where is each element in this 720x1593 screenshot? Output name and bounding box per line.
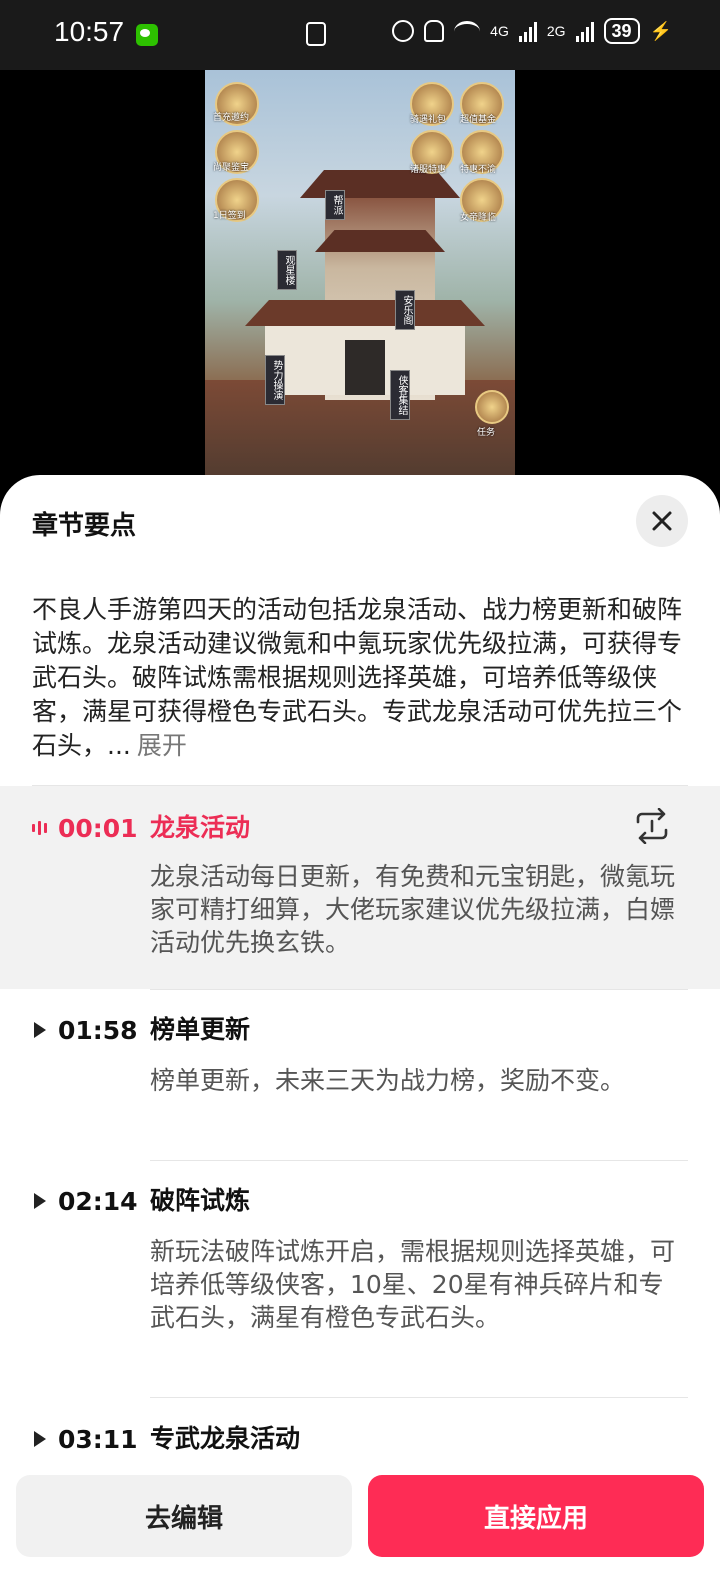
close-button[interactable]: [636, 495, 688, 547]
chapter-time[interactable]: 00:01: [58, 814, 148, 843]
anle-banner: 安乐阁: [395, 290, 415, 330]
loop-button[interactable]: [632, 807, 672, 845]
game-label: 超值基金: [460, 115, 497, 125]
nfc-icon: [306, 22, 326, 46]
chapter-sheet: 章节要点 不良人手游第四天的活动包括龙泉活动、战力榜更新和破阵试炼。龙泉活动建议…: [0, 475, 720, 1593]
mute-icon: [424, 20, 445, 42]
chapter-time[interactable]: 01:58: [58, 1016, 148, 1045]
edit-button[interactable]: 去编辑: [16, 1475, 352, 1557]
loop-icon: [636, 807, 668, 845]
playing-wave-icon: [32, 819, 54, 837]
signal-icon-2: [575, 20, 594, 42]
chapter-time[interactable]: 02:14: [58, 1187, 148, 1216]
chapter-title: 专武龙泉活动: [150, 1424, 301, 1453]
game-label: 首充邀约: [213, 113, 250, 123]
game-screenshot: 首充邀约 骑遇礼包 超值基金 尚聚鉴宝 诸服特惠 特惠不渝 1日签到 女帝降临 …: [205, 70, 515, 490]
guild-banner: 帮派: [325, 190, 345, 220]
apply-button[interactable]: 直接应用: [368, 1475, 704, 1557]
play-icon: [32, 1022, 54, 1038]
sheet-title: 章节要点: [32, 511, 137, 541]
summary-text: 不良人手游第四天的活动包括龙泉活动、战力榜更新和破阵试炼。龙泉活动建议微氪和中氪…: [32, 593, 682, 763]
chapter-description: 新玩法破阵试炼开启，需根据规则选择英雄，可培养低等级侠客，10星、20星有神兵碎…: [150, 1237, 676, 1332]
charging-icon: ⚡: [649, 20, 672, 41]
chapter-item-active[interactable]: 00:01 龙泉活动 龙泉活动每日更新，有免费和元宝钥匙，微氪玩家可精打细算，大…: [0, 786, 720, 989]
chapter-header: 01:58: [32, 1010, 148, 1050]
chapter-header: 00:01: [32, 808, 148, 848]
chapter-title: 龙泉活动: [150, 813, 251, 842]
task-icon: [475, 390, 509, 424]
video-preview[interactable]: 首充邀约 骑遇礼包 超值基金 尚聚鉴宝 诸服特惠 特惠不渝 1日签到 女帝降临 …: [0, 70, 720, 490]
faction-banner: 势力操演: [265, 355, 285, 405]
game-label: 女帝降临: [460, 213, 497, 223]
game-label: 诸服特惠: [410, 165, 447, 175]
game-label: 1日签到: [213, 211, 246, 221]
chapter-description: 龙泉活动每日更新，有免费和元宝钥匙，微氪玩家可精打细算，大佬玩家建议优先级拉满，…: [150, 862, 676, 957]
action-bar: 去编辑 直接应用: [0, 1475, 720, 1593]
observatory-banner: 观星楼: [277, 250, 297, 290]
chapter-header: 02:14: [32, 1181, 148, 1221]
game-label: 骑遇礼包: [410, 115, 447, 125]
network-4g-label: 4G: [490, 23, 509, 39]
game-label: 尚聚鉴宝: [213, 163, 250, 173]
hero-banner: 侠客集结: [390, 370, 410, 420]
wechat-icon: [136, 24, 158, 46]
network-2g-label: 2G: [546, 23, 566, 39]
status-bar: 10:57 4G 2G 39 ⚡: [0, 0, 720, 70]
chapter-header: 03:11: [32, 1419, 148, 1459]
chapter-title: 榜单更新: [150, 1015, 251, 1044]
game-roof: [245, 300, 485, 326]
game-label: 特惠不渝: [460, 165, 497, 175]
status-time: 10:57: [54, 16, 125, 47]
summary-body: 不良人手游第四天的活动包括龙泉活动、战力榜更新和破阵试炼。龙泉活动建议微氪和中氪…: [32, 595, 683, 760]
battery-level: 39: [603, 18, 640, 44]
game-roof: [315, 230, 445, 252]
expand-link[interactable]: 展开: [137, 731, 187, 760]
play-icon: [32, 1431, 54, 1447]
chapter-item[interactable]: 01:58 榜单更新 榜单更新，未来三天为战力榜，奖励不变。: [0, 990, 720, 1160]
play-icon: [32, 1193, 54, 1209]
status-icons: 4G 2G 39 ⚡: [392, 18, 672, 44]
chapter-title: 破阵试炼: [150, 1186, 251, 1215]
alarm-icon: [392, 20, 415, 42]
game-door: [345, 340, 385, 395]
wifi-icon: [454, 20, 481, 42]
chapter-item[interactable]: 02:14 破阵试炼 新玩法破阵试炼开启，需根据规则选择英雄，可培养低等级侠客，…: [0, 1161, 720, 1397]
chapter-description: 榜单更新，未来三天为战力榜，奖励不变。: [150, 1066, 626, 1095]
close-icon: [652, 511, 672, 531]
signal-icon: [518, 20, 537, 42]
chapter-item[interactable]: 03:11 专武龙泉活动: [0, 1398, 720, 1475]
game-label: 任务: [477, 428, 496, 438]
chapter-time[interactable]: 03:11: [58, 1425, 148, 1454]
